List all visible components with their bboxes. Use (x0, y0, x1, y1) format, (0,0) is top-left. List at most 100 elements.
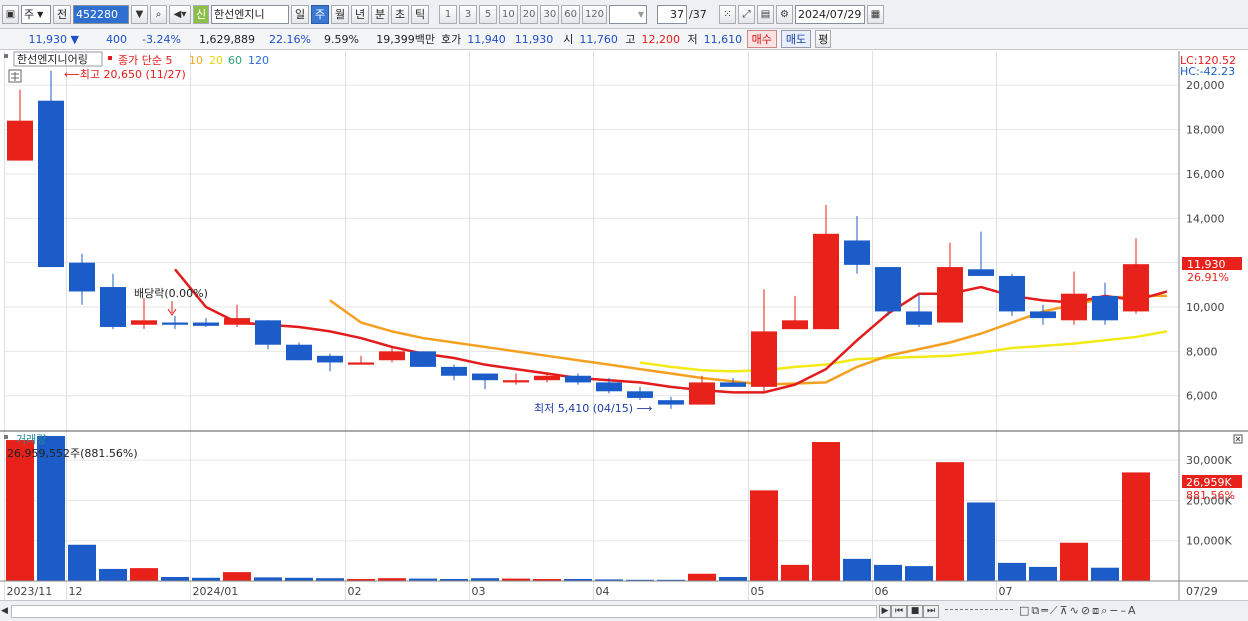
date-field[interactable]: 2024/07/29 (795, 4, 866, 24)
drawing-tools: □ ⧉ ═ ⟋ ⊼ ∿ ⊘ ⧈ ⌕ − – A (1019, 604, 1136, 618)
period-year-button[interactable]: 년 (351, 4, 369, 24)
interval-1-button[interactable]: 1 (439, 4, 457, 24)
count-value: 37 (670, 7, 685, 21)
period-type-select[interactable]: 주 ▼ (21, 4, 51, 24)
period-second-button[interactable]: 초 (391, 4, 409, 24)
dash-icon[interactable]: – (1120, 604, 1126, 618)
candle-body (534, 375, 560, 381)
min-annotation: 최저 5,410 (04/15) ⟶ (534, 402, 653, 415)
turnover-rate: 22.16% (269, 32, 311, 46)
stock-chart[interactable]: 20,00018,00016,00014,00012,00010,0008,00… (0, 51, 1248, 600)
scroll-right-icon[interactable]: ▶ (879, 604, 891, 618)
shape-tool-icon[interactable]: ⊘ (1081, 604, 1090, 618)
price-tick-label: 14,000 (1186, 212, 1225, 225)
rect-tool-icon[interactable]: □ (1019, 604, 1029, 618)
high-price: 12,200 (641, 32, 681, 46)
period-tick-button[interactable]: 틱 (411, 4, 429, 24)
buy-button[interactable]: 매수 (746, 30, 777, 48)
volume-bar (1029, 566, 1057, 581)
date-tick-label: 2024/01 (193, 585, 239, 598)
interval-30-button[interactable]: 30 (540, 4, 560, 24)
interval-3-button[interactable]: 3 (459, 4, 477, 24)
interval-60-button[interactable]: 60 (561, 4, 580, 24)
min-annotation-text: 최저 5,410 (04/15) (534, 402, 633, 415)
speaker-icon[interactable]: ◀▾ (169, 4, 191, 24)
interval-select[interactable]: ▼ (609, 4, 648, 24)
copy-tool-icon[interactable]: ⧉ (1031, 604, 1039, 618)
zoom-slider[interactable] (945, 608, 1013, 614)
stop-icon[interactable]: ■ (907, 604, 923, 618)
date-tick-label: 02 (348, 585, 362, 598)
last-icon[interactable]: ⏭ (923, 604, 939, 618)
crosshair-icon[interactable]: ⤢ (738, 4, 756, 24)
volume-tick-label: 10,000K (1186, 535, 1232, 548)
price-tick-label: 20,000 (1186, 79, 1225, 92)
average-button[interactable]: 평 (815, 30, 832, 48)
candle-body (937, 267, 963, 323)
price-tick-label: 8,000 (1186, 345, 1218, 358)
interval-10-button[interactable]: 10 (499, 4, 518, 24)
window-icon[interactable]: ▣ (2, 4, 19, 24)
fib-tool-icon[interactable]: ⊼ (1060, 604, 1068, 618)
period-minute-button[interactable]: 분 (371, 4, 389, 24)
low-price: 11,610 (703, 32, 743, 46)
volume-bar (936, 462, 964, 581)
price-tick-label: 18,000 (1186, 124, 1225, 137)
ask-price: 11,930 (514, 32, 554, 46)
count-total: /37 (689, 7, 707, 21)
date-tick-label: 04 (596, 585, 610, 598)
interval-5-button[interactable]: 5 (479, 4, 497, 24)
volume-bar (998, 562, 1026, 581)
open-price: 11,760 (579, 32, 618, 46)
volume-bar (68, 544, 96, 581)
interval-120-button[interactable]: 120 (581, 4, 608, 24)
period-day-button[interactable]: 일 (291, 4, 309, 24)
dots-icon[interactable]: ⁙ (719, 4, 737, 24)
date-tick-label: 12 (69, 585, 83, 598)
current-price: 11,930 ▼ (3, 33, 83, 46)
calendar-icon[interactable]: ▦ (867, 4, 885, 24)
zoom-icon[interactable]: ⌕ (1101, 604, 1107, 618)
date-tick-label: 05 (751, 585, 765, 598)
sell-button[interactable]: 매도 (780, 30, 812, 48)
hc-label: HC:-42.23 (1180, 65, 1235, 78)
dropdown-icon[interactable]: ▼ (131, 4, 148, 24)
first-icon[interactable]: ⏮ (891, 604, 907, 618)
legend-bullet (4, 54, 8, 58)
count-field[interactable]: 37 (657, 4, 688, 24)
open-label: 시 (563, 33, 574, 46)
volume-bar (967, 502, 995, 581)
volume-bar (812, 442, 840, 581)
new-listing-badge: 신 (193, 4, 209, 24)
trend-tool-icon[interactable]: ⟋ (1050, 604, 1058, 618)
period-type-value: 주 (24, 8, 35, 21)
candle-body (286, 344, 312, 361)
volume-info: 26,959,552주(881.56%) (7, 447, 138, 460)
wave-tool-icon[interactable]: ∿ (1070, 604, 1079, 618)
prefix-button[interactable]: 전 (53, 4, 71, 24)
candle-body (906, 311, 932, 325)
scroll-left-icon[interactable]: ◀ (0, 606, 9, 617)
candle-body (410, 351, 436, 367)
interval-20-button[interactable]: 20 (519, 4, 539, 24)
horizontal-scrollbar[interactable] (11, 604, 877, 618)
candle-body (131, 320, 157, 325)
stock-code-input[interactable]: 452280 (73, 4, 129, 24)
candle-body (1061, 293, 1087, 321)
stock-code-value: 452280 (76, 7, 118, 21)
period-month-button[interactable]: 월 (331, 4, 349, 24)
search-icon[interactable]: ⌕ (150, 4, 167, 24)
save-icon[interactable]: ▤ (757, 4, 775, 24)
bottom-bar: ◀ ▶ ⏮ ■ ⏭ □ ⧉ ═ ⟋ ⊼ ∿ ⊘ ⧈ ⌕ − – A (0, 600, 1248, 621)
volume-bar (254, 577, 282, 581)
layer-tool-icon[interactable]: ⧈ (1092, 604, 1099, 618)
font-size-icon[interactable]: A (1128, 604, 1136, 618)
candle-body (224, 318, 250, 325)
gear-icon[interactable]: ⚙ (776, 4, 794, 24)
period-week-button[interactable]: 주 (311, 4, 329, 24)
price-tick-label: 6,000 (1186, 390, 1218, 403)
minus-icon[interactable]: − (1109, 604, 1118, 618)
line-tool-icon[interactable]: ═ (1041, 604, 1048, 618)
stock-name-field[interactable]: 한선엔지니 (211, 4, 289, 24)
candle-body (782, 320, 808, 330)
